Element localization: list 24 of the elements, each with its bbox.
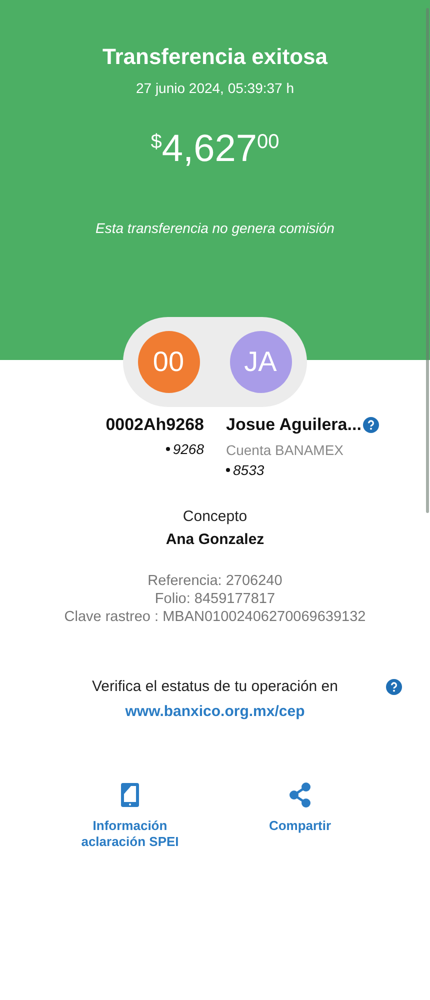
share-icon[interactable] [288,782,312,808]
receiver-account: 8533 [226,462,264,478]
sender-avatar: 00 [138,331,200,393]
transfer-amount: $^{$}$4,627$^{00}$ [150,130,280,168]
receiver-name: Josue Aguilera... [226,415,362,435]
receiver-bank: Cuenta BANAMEX [226,442,344,458]
screen-title: Transferencia exitosa [102,44,328,70]
action-button[interactable]: Compartir [268,818,332,834]
commission-note: Esta transferencia no genera comisión [96,220,334,236]
transfer-date: 27 junio 2024, 05:39:37 h [136,80,294,96]
action-button[interactable]: Información aclaración SPEI [70,818,190,850]
concept-label: Concepto [182,508,248,525]
help-icon[interactable] [386,678,402,694]
sender-name: 0002Ah9268 [106,415,204,435]
concept-value: Ana Gonzalez [166,531,264,548]
sender-account: 9268 [166,441,204,457]
detail-text: Referencia: 2706240 [148,572,282,590]
help-icon[interactable] [363,417,380,433]
banxico-link[interactable]: www.banxico.org.mx/cep [125,703,305,720]
phone-icon[interactable] [120,782,140,808]
verify-text: Verifica el estatus de tu operación en [92,678,338,695]
receiver-avatar: JA [230,331,292,393]
detail-text: Folio: 8459177817 [154,590,276,608]
detail-text: Clave rastreo : MBAN01002406270069639132 [64,608,366,626]
